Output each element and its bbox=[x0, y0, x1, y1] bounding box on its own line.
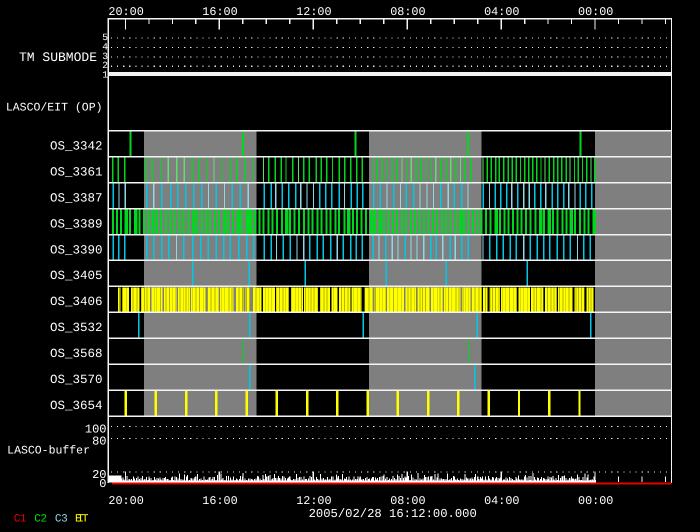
svg-text:16:00: 16:00 bbox=[202, 494, 237, 508]
svg-text:OS_3361: OS_3361 bbox=[50, 165, 103, 179]
svg-text:00:00: 00:00 bbox=[578, 494, 613, 508]
svg-text:OS_3532: OS_3532 bbox=[50, 321, 103, 335]
svg-text:20:00: 20:00 bbox=[108, 5, 143, 19]
svg-text:C3: C3 bbox=[55, 513, 67, 525]
svg-text:08:00: 08:00 bbox=[390, 5, 425, 19]
svg-text:OS_3406: OS_3406 bbox=[50, 295, 103, 309]
svg-text:00:00: 00:00 bbox=[578, 5, 613, 19]
svg-text:C2: C2 bbox=[34, 513, 46, 525]
svg-text:OS_3390: OS_3390 bbox=[50, 243, 103, 257]
svg-text:OS_3342: OS_3342 bbox=[50, 140, 103, 154]
svg-text:C1: C1 bbox=[14, 513, 27, 525]
svg-text:1: 1 bbox=[102, 70, 108, 81]
svg-text:OS_3387: OS_3387 bbox=[50, 191, 103, 205]
svg-text:04:00: 04:00 bbox=[484, 494, 519, 508]
svg-text:OS_3654: OS_3654 bbox=[50, 399, 103, 413]
svg-text:OS_3568: OS_3568 bbox=[50, 347, 103, 361]
svg-text:12:00: 12:00 bbox=[296, 5, 331, 19]
svg-text:OS_3389: OS_3389 bbox=[50, 217, 103, 231]
svg-text:TM SUBMODE: TM SUBMODE bbox=[19, 50, 97, 65]
svg-text:20:00: 20:00 bbox=[108, 494, 143, 508]
svg-text:04:00: 04:00 bbox=[484, 5, 519, 19]
svg-text:12:00: 12:00 bbox=[296, 494, 331, 508]
svg-text:2005/02/28 16:12:00.000: 2005/02/28 16:12:00.000 bbox=[309, 507, 477, 521]
svg-text:80: 80 bbox=[92, 434, 106, 448]
svg-text:LASCO-buffer: LASCO-buffer bbox=[7, 445, 90, 458]
svg-text:16:00: 16:00 bbox=[202, 5, 237, 19]
svg-text:T: T bbox=[82, 513, 89, 525]
svg-text:OS_3570: OS_3570 bbox=[50, 373, 103, 387]
svg-text:0: 0 bbox=[99, 477, 106, 491]
svg-text:08:00: 08:00 bbox=[390, 494, 425, 508]
svg-text:LASCO/EIT (OP): LASCO/EIT (OP) bbox=[6, 101, 103, 114]
svg-text:OS_3405: OS_3405 bbox=[50, 269, 103, 283]
